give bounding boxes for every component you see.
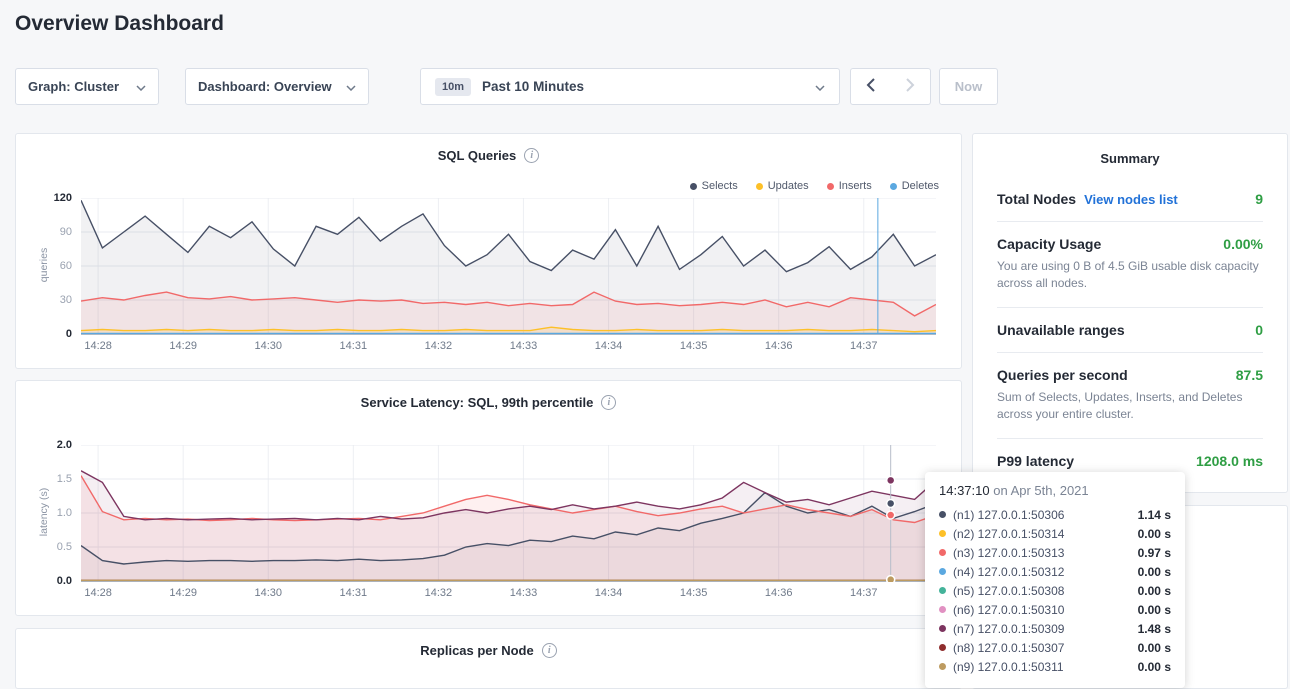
summary-panel: Summary Total Nodes View nodes list 9 Ca… [972, 133, 1288, 493]
tooltip-row: (n9) 127.0.0.1:503110.00 s [939, 657, 1171, 676]
tooltip-row: (n7) 127.0.0.1:503091.48 s [939, 619, 1171, 638]
summary-label: Total Nodes [997, 191, 1076, 207]
summary-label: Queries per second [997, 367, 1128, 383]
chevron-down-icon [815, 79, 825, 94]
info-icon[interactable]: i [542, 643, 557, 658]
sql-queries-chart-card: SQL Queries i Selects Updates Inserts Delet… [15, 133, 962, 369]
legend-item[interactable]: Deletes [890, 180, 939, 192]
tooltip-row: (n5) 127.0.0.1:503080.00 s [939, 581, 1171, 600]
summary-row-total-nodes: Total Nodes View nodes list 9 [997, 177, 1263, 222]
node-color-dot [939, 549, 946, 556]
chart-legend: Selects Updates Inserts Deletes [690, 180, 939, 192]
summary-row-capacity-usage: Capacity Usage 0.00% You are using 0 B o… [997, 222, 1263, 308]
summary-description: You are using 0 B of 4.5 GiB usable disk… [997, 258, 1263, 293]
node-color-dot [939, 587, 946, 594]
legend-item[interactable]: Inserts [827, 180, 872, 192]
tooltip-timestamp: 14:37:10 on Apr 5th, 2021 [939, 483, 1171, 498]
tooltip-row: (n1) 127.0.0.1:503061.14 s [939, 505, 1171, 524]
summary-value: 87.5 [1236, 367, 1263, 383]
summary-value: 9 [1255, 191, 1263, 207]
node-color-dot [939, 606, 946, 613]
replicas-per-node-chart-card: Replicas per Node i [15, 628, 962, 689]
graph-dropdown-label: Graph: Cluster [28, 79, 119, 94]
chart-hover-tooltip: 14:37:10 on Apr 5th, 2021 (n1) 127.0.0.1… [925, 472, 1185, 688]
chart-title: SQL Queries [438, 148, 517, 163]
y-axis-ticks: 0306090120 [16, 134, 72, 368]
legend-item[interactable]: Updates [756, 180, 809, 192]
tooltip-row: (n6) 127.0.0.1:503100.00 s [939, 600, 1171, 619]
graph-dropdown[interactable]: Graph: Cluster [15, 68, 159, 105]
summary-label: Capacity Usage [997, 236, 1101, 252]
tooltip-row: (n4) 127.0.0.1:503120.00 s [939, 562, 1171, 581]
node-color-dot [939, 568, 946, 575]
summary-value: 0 [1255, 322, 1263, 338]
legend-item[interactable]: Selects [690, 180, 738, 192]
dashboard-dropdown[interactable]: Dashboard: Overview [185, 68, 369, 105]
overview-dashboard-page: Overview Dashboard Graph: Cluster Dashbo… [0, 0, 1290, 689]
summary-label: Unavailable ranges [997, 322, 1125, 338]
service-latency-plot[interactable] [81, 445, 936, 582]
summary-label: P99 latency [997, 453, 1074, 469]
time-prev-button[interactable] [850, 68, 891, 105]
summary-row-queries-per-second: Queries per second 87.5 Sum of Selects, … [997, 353, 1263, 439]
chevron-left-icon [866, 78, 875, 95]
sql-queries-plot[interactable] [81, 198, 936, 335]
info-icon[interactable]: i [601, 395, 616, 410]
service-latency-chart-card: Service Latency: SQL, 99th percentile i … [15, 380, 962, 616]
node-color-dot [939, 663, 946, 670]
chevron-right-icon [906, 78, 915, 95]
info-icon[interactable]: i [524, 148, 539, 163]
x-axis-ticks: 14:2814:2914:3014:3114:3214:3314:3414:35… [16, 340, 961, 356]
summary-title: Summary [973, 134, 1287, 177]
y-axis-ticks: 0.00.51.01.52.0 [16, 381, 72, 615]
summary-row-unavailable-ranges: Unavailable ranges 0 [997, 308, 1263, 353]
time-range-badge: 10m [435, 78, 471, 96]
time-range-dropdown[interactable]: 10m Past 10 Minutes [420, 68, 840, 105]
node-color-dot [939, 511, 946, 518]
summary-description: Sum of Selects, Updates, Inserts, and De… [997, 389, 1263, 424]
time-range-label: Past 10 Minutes [482, 79, 815, 94]
node-color-dot [939, 530, 946, 537]
chevron-down-icon [346, 79, 356, 94]
tooltip-row: (n8) 127.0.0.1:503070.00 s [939, 638, 1171, 657]
chart-title: Service Latency: SQL, 99th percentile [361, 395, 594, 410]
chevron-down-icon [136, 79, 146, 94]
now-button[interactable]: Now [939, 68, 998, 105]
time-next-button[interactable] [890, 68, 931, 105]
node-color-dot [939, 625, 946, 632]
summary-value: 0.00% [1223, 236, 1263, 252]
view-nodes-list-link[interactable]: View nodes list [1084, 192, 1178, 207]
dashboard-dropdown-label: Dashboard: Overview [198, 79, 332, 94]
summary-value: 1208.0 ms [1196, 453, 1263, 469]
tooltip-row: (n3) 127.0.0.1:503130.97 s [939, 543, 1171, 562]
chart-title: Replicas per Node [420, 643, 533, 658]
tooltip-node-rows: (n1) 127.0.0.1:503061.14 s(n2) 127.0.0.1… [939, 505, 1171, 676]
page-title: Overview Dashboard [15, 12, 224, 36]
tooltip-row: (n2) 127.0.0.1:503140.00 s [939, 524, 1171, 543]
x-axis-ticks: 14:2814:2914:3014:3114:3214:3314:3414:35… [16, 587, 961, 603]
node-color-dot [939, 644, 946, 651]
